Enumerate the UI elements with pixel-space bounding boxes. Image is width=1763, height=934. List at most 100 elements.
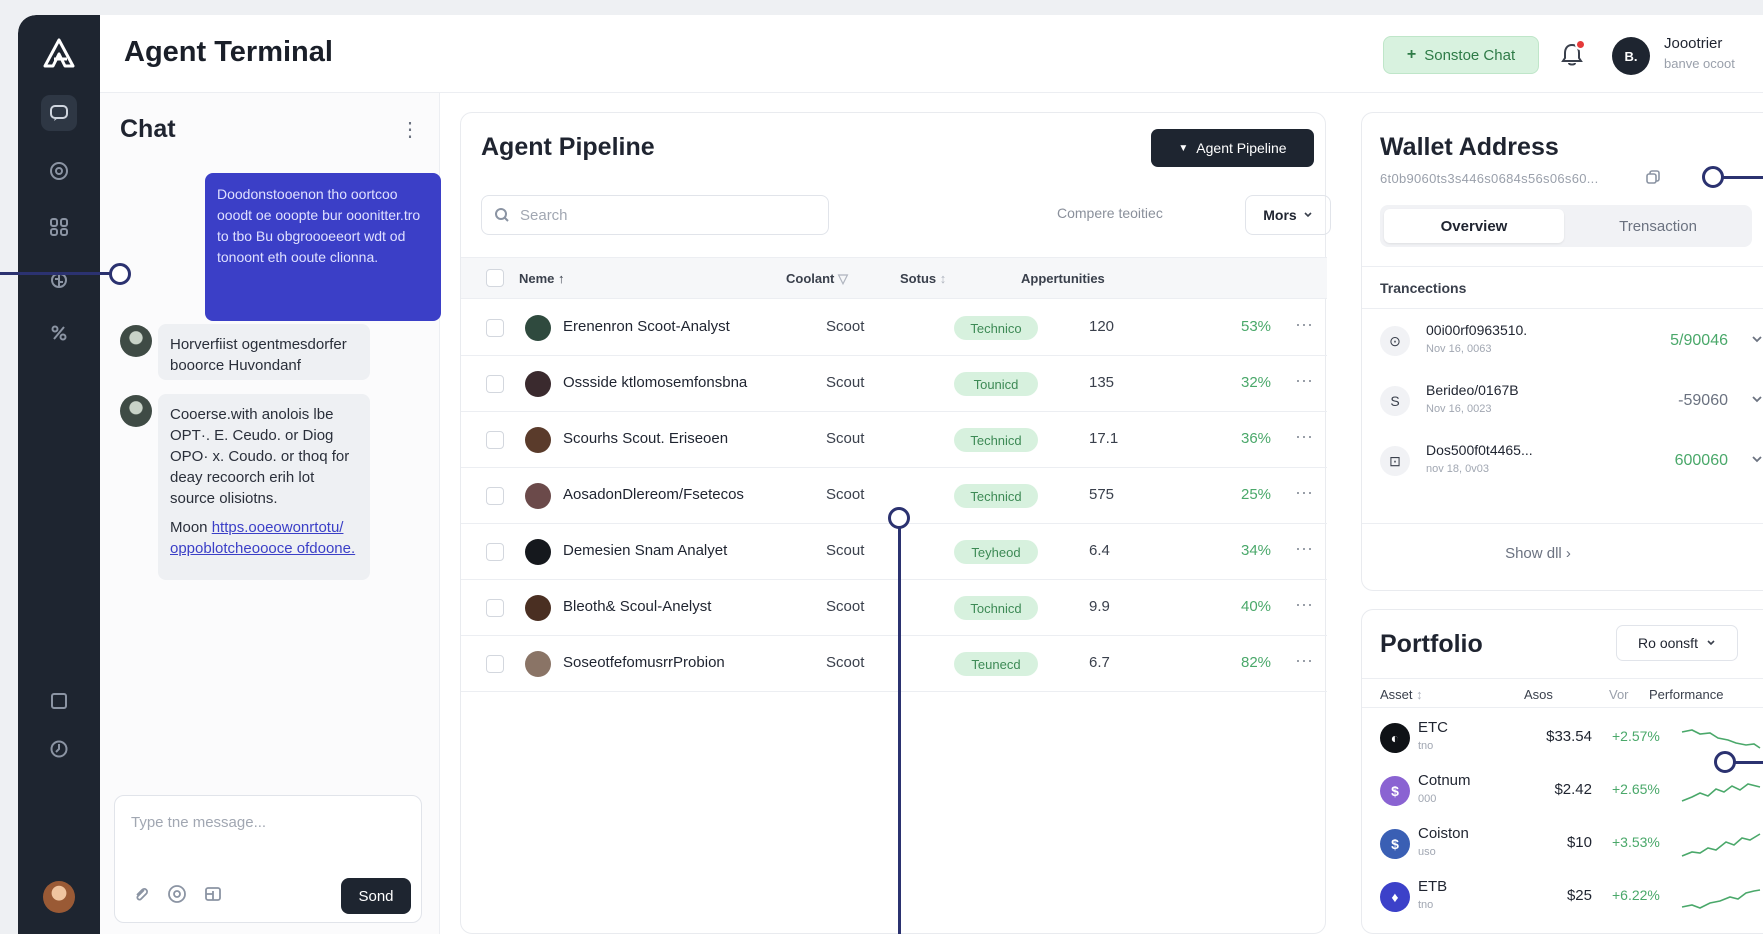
- image-icon[interactable]: [203, 884, 223, 904]
- divider: [1362, 308, 1763, 309]
- table-row[interactable]: Bleoth& Scoul-Anelyst Scoot Tochnicd 9.9 40%…: [461, 580, 1327, 636]
- table-row[interactable]: Ossside ktlomosemfonsbna Scout Tounicd 135 3…: [461, 356, 1327, 412]
- rail-chat-icon[interactable]: [41, 95, 77, 131]
- row-more-icon[interactable]: ···: [1295, 426, 1313, 447]
- transaction-row[interactable]: ⊡ Dos500f0t4465... nov 18, 0v03 600060: [1362, 432, 1763, 492]
- rail-clock-icon[interactable]: [41, 731, 77, 767]
- pipeline-search-input[interactable]: Search: [481, 195, 829, 235]
- chevron-down-icon[interactable]: [1750, 452, 1763, 466]
- rail-brain-icon[interactable]: [41, 263, 77, 299]
- row-checkbox[interactable]: [486, 431, 504, 449]
- message-composer[interactable]: Type tne message... Sond: [114, 795, 422, 923]
- divider: [1362, 523, 1763, 524]
- rail-grid-icon[interactable]: [41, 209, 77, 245]
- row-checkbox[interactable]: [486, 599, 504, 617]
- tab-overview[interactable]: Overview: [1384, 209, 1564, 243]
- column-opportunities[interactable]: Appertunities: [1021, 271, 1105, 286]
- agent-name[interactable]: SoseotfefomusrrProbion: [563, 654, 725, 671]
- column-change: Vor: [1609, 687, 1629, 702]
- row-more-icon[interactable]: ···: [1295, 594, 1313, 615]
- row-checkbox[interactable]: [486, 543, 504, 561]
- asset-symbol: Cotnum: [1418, 772, 1471, 789]
- column-price: Asos: [1524, 687, 1553, 702]
- rail-target-icon[interactable]: [41, 153, 77, 189]
- row-more-icon[interactable]: ···: [1295, 482, 1313, 503]
- agent-name[interactable]: AosadonDlereom/Fsetecos: [563, 486, 744, 503]
- more-dropdown[interactable]: Mors: [1245, 195, 1331, 235]
- row-checkbox[interactable]: [486, 487, 504, 505]
- divider: [1362, 266, 1763, 267]
- table-row[interactable]: Erenenron Scoot-Analyst Scoot Technico 120 5…: [461, 300, 1327, 356]
- row-checkbox[interactable]: [486, 655, 504, 673]
- more-label: Moon: [170, 519, 208, 536]
- chevron-down-icon[interactable]: [1750, 332, 1763, 346]
- opportunities-value: 135: [1089, 374, 1115, 391]
- callout-marker: [109, 263, 131, 285]
- notification-bell-icon[interactable]: [1560, 39, 1586, 68]
- user-name[interactable]: Joootrier: [1664, 35, 1722, 52]
- row-more-icon[interactable]: ···: [1295, 538, 1313, 559]
- asset-change: +2.65%: [1612, 781, 1660, 797]
- agent-name[interactable]: Scourhs Scout. Eriseoen: [563, 430, 728, 447]
- send-button[interactable]: Sond: [341, 878, 411, 914]
- chevron-down-icon[interactable]: [1750, 392, 1763, 406]
- wallet-title: Wallet Address: [1380, 133, 1559, 161]
- rail-layout-icon[interactable]: [41, 683, 77, 719]
- transaction-row[interactable]: ⊙ 00i00rf0963510. Nov 16, 0063 5/90046: [1362, 312, 1763, 372]
- agent-name[interactable]: Ossside ktlomosemfonsbna: [563, 374, 747, 391]
- asset-row[interactable]: ◐ ETC tno $33.54 +2.57%: [1362, 712, 1763, 765]
- user-avatar[interactable]: B.: [1612, 37, 1650, 75]
- more-vertical-icon[interactable]: ⋮: [400, 117, 420, 142]
- bot-message-bubble: Horverfiist ogentmesdorfer booorce Huvon…: [158, 324, 370, 380]
- more-dropdown-label: Mors: [1263, 207, 1297, 223]
- agent-pipeline-button[interactable]: ▼ Agent Pipeline: [1151, 129, 1314, 167]
- row-more-icon[interactable]: ···: [1295, 650, 1313, 671]
- asset-symbol: Coiston: [1418, 825, 1469, 842]
- portfolio-table-header: Asset ↕ Asos Vor Performance: [1362, 678, 1763, 708]
- plus-icon: +: [1406, 46, 1417, 63]
- column-asset[interactable]: Asset ↕: [1380, 687, 1423, 702]
- select-all-checkbox[interactable]: [486, 269, 504, 287]
- portfolio-range-select[interactable]: Ro oonsft: [1616, 625, 1738, 661]
- status-badge: Tochnicd: [954, 596, 1038, 620]
- app-logo-icon[interactable]: [40, 35, 78, 73]
- tab-transaction[interactable]: Trensaction: [1568, 209, 1748, 243]
- coin-icon: $: [1380, 776, 1410, 806]
- coin-icon: ♦: [1380, 882, 1410, 912]
- asset-row[interactable]: $ Cotnum 000 $2.42 +2.65%: [1362, 765, 1763, 818]
- asset-price: $10: [1566, 834, 1592, 851]
- transaction-row[interactable]: S Berideo/0167B Nov 16, 0023 -59060: [1362, 372, 1763, 432]
- chat-title: Chat: [120, 115, 176, 143]
- user-subtitle: banve ocoot: [1664, 56, 1735, 71]
- row-more-icon[interactable]: ···: [1295, 314, 1313, 335]
- agent-name[interactable]: Bleoth& Scoul-Anelyst: [563, 598, 711, 615]
- top-bar: Agent Terminal + Sonstoe Chat B. Joootri…: [100, 15, 1763, 93]
- column-name[interactable]: Neme ↑: [519, 271, 565, 286]
- table-row[interactable]: Scourhs Scout. Eriseoen Scout Technicd 17.1…: [461, 412, 1327, 468]
- column-status[interactable]: Sotus ↕: [900, 271, 946, 286]
- rail-user-avatar[interactable]: [43, 881, 75, 913]
- row-checkbox[interactable]: [486, 375, 504, 393]
- rail-percent-icon[interactable]: [41, 315, 77, 351]
- message-input[interactable]: Type tne message...: [131, 814, 266, 831]
- copy-icon[interactable]: [1645, 169, 1661, 185]
- row-more-icon[interactable]: ···: [1295, 370, 1313, 391]
- portfolio-card: Portfolio Ro oonsft Asset ↕ Asos Vor Per…: [1361, 609, 1763, 934]
- attach-icon[interactable]: [131, 884, 151, 904]
- agent-name[interactable]: Demesien Snam Analyet: [563, 542, 727, 559]
- new-chat-label: Sonstoe Chat: [1424, 46, 1516, 64]
- compare-label[interactable]: Compere teoitiec: [1057, 205, 1163, 221]
- new-chat-button[interactable]: + Sonstoe Chat: [1383, 36, 1539, 74]
- row-checkbox[interactable]: [486, 319, 504, 337]
- table-row[interactable]: SoseotfefomusrrProbion Scoot Teunecd 6.7 82%…: [461, 636, 1327, 692]
- callout-line: [0, 272, 120, 275]
- agent-name[interactable]: Erenenron Scoot-Analyst: [563, 318, 730, 335]
- asset-row[interactable]: $ Coiston uso $10 +3.53%: [1362, 818, 1763, 871]
- asset-row[interactable]: ♦ ETB tno $25 +6.22%: [1362, 871, 1763, 924]
- table-row[interactable]: Demesien Snam Analyet Scout Teyheod 6.4 34% ·…: [461, 524, 1327, 580]
- transaction-icon: ⊡: [1380, 446, 1410, 476]
- emoji-icon[interactable]: [167, 884, 187, 904]
- transaction-id: Dos500f0t4465...: [1426, 442, 1533, 458]
- column-content[interactable]: Coolant ▽: [786, 271, 848, 287]
- show-all-link[interactable]: Show dll ›: [1362, 545, 1714, 562]
